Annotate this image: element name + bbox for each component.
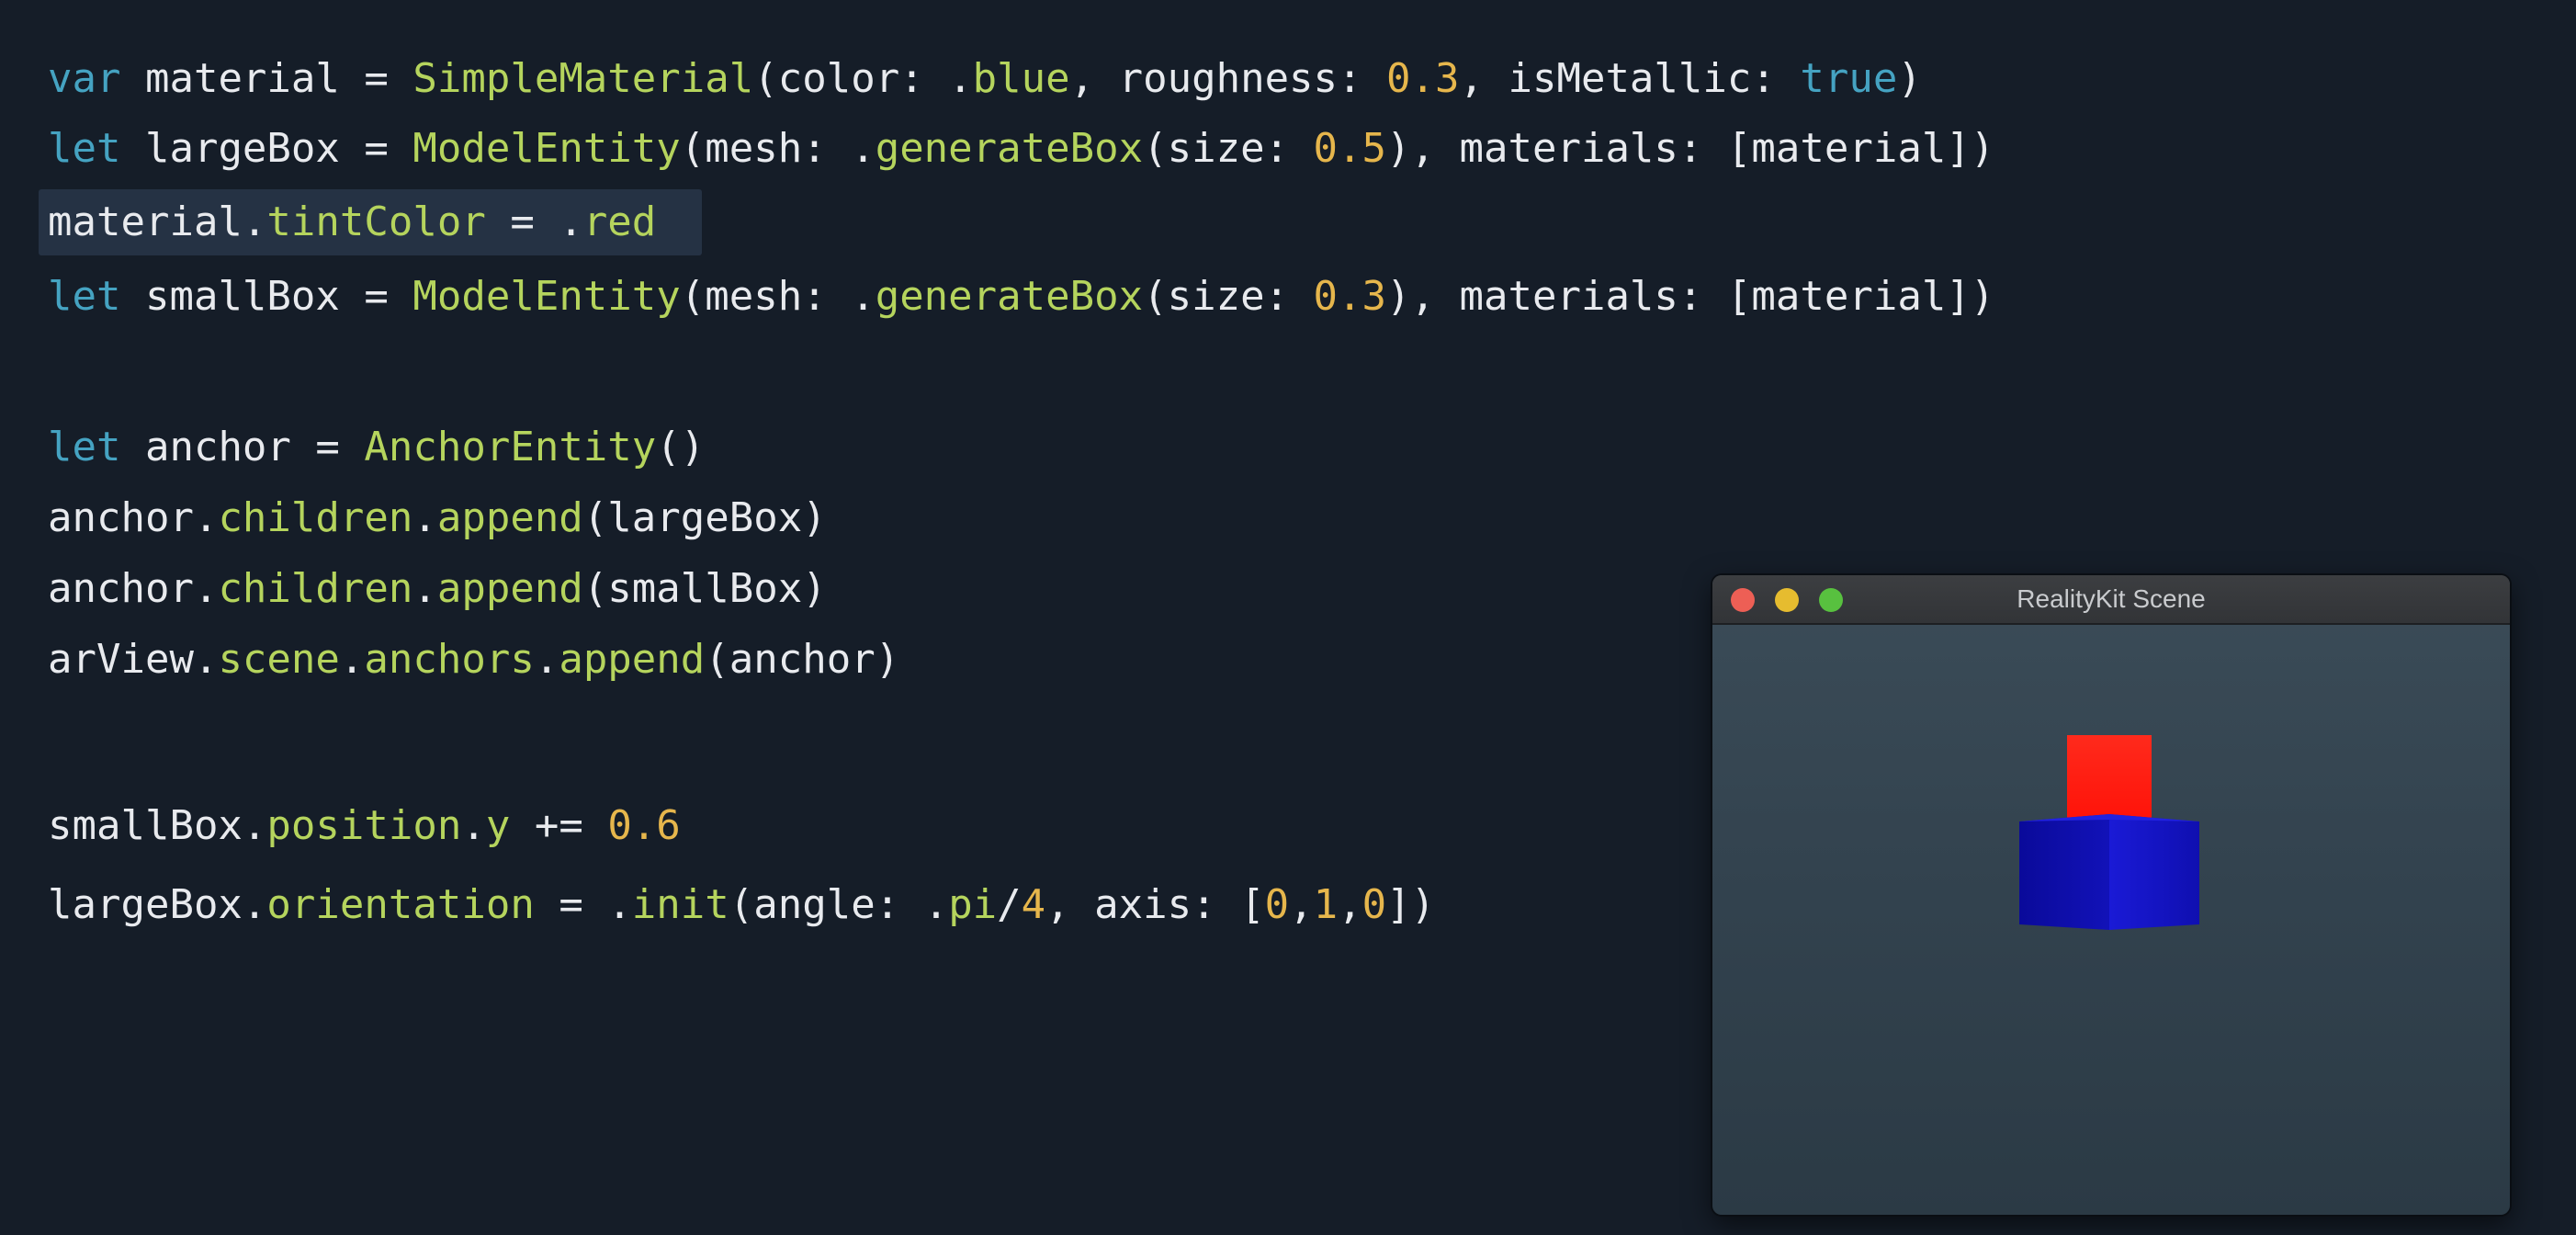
large-blue-box <box>2019 814 2199 930</box>
code-token: scene <box>218 636 340 683</box>
code-token: anchor. <box>48 565 219 612</box>
code-token: (angle: . <box>729 881 949 928</box>
code-token: ]) <box>1386 881 1436 928</box>
window-titlebar[interactable]: RealityKit Scene <box>1712 575 2510 625</box>
code-token: . <box>534 636 559 683</box>
code-token: (size: <box>1143 125 1314 172</box>
code-token: let <box>48 424 121 470</box>
code-token: 0.3 <box>1386 55 1460 102</box>
code-token: , <box>1338 881 1362 928</box>
code-token: smallBox. <box>48 802 267 849</box>
code-token: 0 <box>1361 881 1387 928</box>
code-token: tintColor <box>266 198 486 245</box>
code-token: init <box>631 881 729 928</box>
maximize-icon[interactable] <box>1819 588 1843 612</box>
minimize-icon[interactable] <box>1775 588 1799 612</box>
code-token: red <box>582 198 657 245</box>
code-token: ), materials: [material]) <box>1386 273 1995 320</box>
realitykit-scene-window[interactable]: RealityKit Scene <box>1712 575 2510 1215</box>
code-token: generateBox <box>875 273 1144 320</box>
code-token: 4 <box>1021 881 1046 928</box>
code-line: arView.scene.anchors.append(anchor) <box>48 632 899 687</box>
code-line: var material = SimpleMaterial(color: .bl… <box>48 51 1922 107</box>
code-token: = . <box>485 198 583 245</box>
code-token: children <box>218 565 413 612</box>
code-token: append <box>436 494 583 541</box>
code-token: ModelEntity <box>412 273 681 320</box>
code-token: pi <box>948 881 998 928</box>
code-token: largeBox = <box>120 125 413 172</box>
code-token: material = <box>120 55 413 102</box>
code-token: () <box>656 424 706 470</box>
code-token: SimpleMaterial <box>412 55 754 102</box>
code-token: (mesh: . <box>680 125 876 172</box>
code-token: 1 <box>1313 881 1339 928</box>
code-token: anchor = <box>120 424 365 470</box>
code-token: 0.3 <box>1313 273 1387 320</box>
code-token: blue <box>972 55 1070 102</box>
code-token: ModelEntity <box>412 125 681 172</box>
code-token: AnchorEntity <box>364 424 657 470</box>
code-token: arView. <box>48 636 219 683</box>
code-line: largeBox.orientation = .init(angle: .pi/… <box>48 878 1435 933</box>
code-token: (anchor) <box>705 636 900 683</box>
code-token: largeBox. <box>48 881 267 928</box>
code-token: ) <box>1897 55 1922 102</box>
scene-canvas <box>2019 735 2199 930</box>
code-token: let <box>48 125 121 172</box>
code-token: . <box>461 802 486 849</box>
code-token: = . <box>534 881 632 928</box>
code-token: 0 <box>1264 881 1290 928</box>
code-token: (mesh: . <box>680 273 876 320</box>
code-token: generateBox <box>875 125 1144 172</box>
code-token: (largeBox) <box>582 494 827 541</box>
code-token: (color: . <box>753 55 973 102</box>
code-token: let <box>48 273 121 320</box>
scene-viewport[interactable] <box>1712 625 2510 1215</box>
code-token: append <box>559 636 706 683</box>
code-line: material.tintColor = .red <box>48 195 656 250</box>
code-token: (smallBox) <box>582 565 827 612</box>
code-token: , isMetallic: <box>1459 55 1801 102</box>
code-line: let smallBox = ModelEntity(mesh: .genera… <box>48 269 1994 324</box>
code-line: let anchor = AnchorEntity() <box>48 420 705 475</box>
code-line: let largeBox = ModelEntity(mesh: .genera… <box>48 121 1994 176</box>
code-token: , axis: [ <box>1045 881 1265 928</box>
code-token: y <box>485 802 511 849</box>
code-token: 0.6 <box>607 802 681 849</box>
code-token: var <box>48 55 121 102</box>
code-token: smallBox = <box>120 273 413 320</box>
code-token: children <box>218 494 413 541</box>
code-token: anchors <box>364 636 535 683</box>
code-token: , <box>1289 881 1314 928</box>
code-line: smallBox.position.y += 0.6 <box>48 799 681 854</box>
code-token: . <box>412 565 437 612</box>
code-line: anchor.children.append(smallBox) <box>48 561 827 617</box>
code-token: material. <box>48 198 267 245</box>
code-line: anchor.children.append(largeBox) <box>48 491 827 546</box>
code-token: append <box>436 565 583 612</box>
code-token: ), materials: [material]) <box>1386 125 1995 172</box>
close-icon[interactable] <box>1731 588 1755 612</box>
code-token: orientation <box>266 881 535 928</box>
code-token: 0.5 <box>1313 125 1387 172</box>
code-token: true <box>1800 55 1898 102</box>
code-token: , roughness: <box>1069 55 1387 102</box>
code-token: += <box>510 802 608 849</box>
code-token: / <box>997 881 1022 928</box>
code-token: . <box>412 494 437 541</box>
code-token: anchor. <box>48 494 219 541</box>
code-token: (size: <box>1143 273 1314 320</box>
code-token: . <box>339 636 365 683</box>
code-token: position <box>266 802 462 849</box>
